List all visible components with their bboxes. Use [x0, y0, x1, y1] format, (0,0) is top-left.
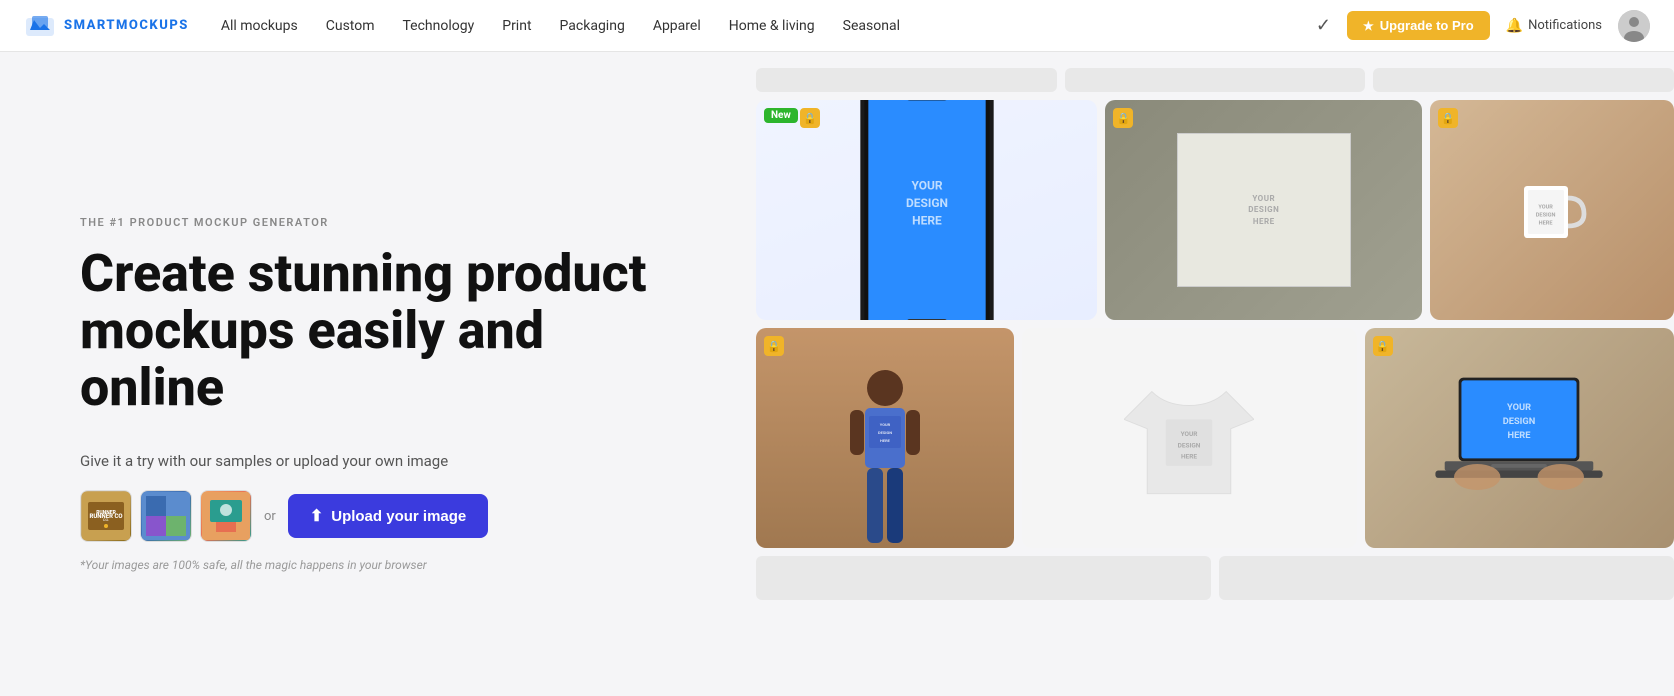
star-icon: ★: [1363, 19, 1374, 33]
logo[interactable]: SMARTMOCKUPS: [24, 10, 189, 42]
person-svg: YOUR DESIGN HERE: [845, 358, 925, 548]
top-card-2: [1065, 68, 1366, 92]
safety-note: *Your images are 100% safe, all the magi…: [80, 558, 680, 572]
upload-icon: ⬆: [310, 506, 323, 526]
svg-text:YOUR: YOUR: [880, 422, 891, 427]
nav-custom[interactable]: Custom: [326, 18, 375, 34]
mockup-tshirt[interactable]: YOUR DESIGN HERE: [1022, 328, 1357, 548]
badge-lock-laptop: 🔒: [1373, 336, 1393, 356]
upgrade-label: Upgrade to Pro: [1380, 18, 1474, 33]
poster-design-placeholder: YOURDESIGNHERE: [1248, 193, 1279, 227]
hero-title: Create stunning product mockups easily a…: [80, 245, 680, 417]
badge-lock-phone: 🔒: [800, 108, 820, 128]
badge-new: New: [764, 108, 798, 123]
nav-print[interactable]: Print: [502, 18, 531, 34]
poster-frame: YOURDESIGNHERE: [1177, 133, 1351, 287]
bell-icon: 🔔: [1506, 18, 1523, 34]
top-card-1: [756, 68, 1057, 92]
badge-lock-person: 🔒: [764, 336, 784, 356]
svg-text:HERE: HERE: [1181, 452, 1197, 460]
upload-button[interactable]: ⬆ Upload your image: [288, 494, 488, 538]
mug-svg: YOUR DESIGN HERE: [1512, 170, 1592, 250]
navbar-right: ✓ ★ Upgrade to Pro 🔔 Notifications: [1316, 10, 1650, 42]
sample-images-row: RUNNER CO.: [80, 490, 680, 542]
navbar: SMARTMOCKUPS All mockups Custom Technolo…: [0, 0, 1674, 52]
main-container: THE #1 PRODUCT MOCKUP GENERATOR Create s…: [0, 52, 1674, 696]
svg-text:DESIGN: DESIGN: [1503, 416, 1536, 427]
avatar-icon: [1618, 10, 1650, 42]
right-panel: New 🔒 YOUR DESIGN HERE: [740, 52, 1674, 696]
user-avatar[interactable]: [1618, 10, 1650, 42]
logo-icon: [24, 10, 56, 42]
nav-packaging[interactable]: Packaging: [560, 18, 625, 34]
row-bottom-partial: [756, 556, 1674, 600]
svg-text:HERE: HERE: [1508, 430, 1532, 441]
mockup-row-2: New 🔒 YOUR DESIGN HERE: [756, 100, 1674, 320]
svg-text:HERE: HERE: [1539, 220, 1554, 226]
left-panel: THE #1 PRODUCT MOCKUP GENERATOR Create s…: [0, 52, 740, 696]
logo-text: SMARTMOCKUPS: [64, 18, 189, 33]
svg-text:RUNNER: RUNNER: [96, 510, 116, 516]
mockup-person[interactable]: 🔒 YOUR DESIGN HERE: [756, 328, 1014, 548]
bottom-card-2: [1219, 556, 1674, 600]
phone-svg: YOUR DESIGN HERE: [847, 100, 1007, 320]
svg-text:HERE: HERE: [880, 438, 891, 443]
badge-lock-mug: 🔒: [1438, 108, 1458, 128]
mockup-laptop[interactable]: 🔒 YOUR DESIGN HERE: [1365, 328, 1674, 548]
notifications-link[interactable]: 🔔 Notifications: [1506, 18, 1602, 34]
hero-subtitle: THE #1 PRODUCT MOCKUP GENERATOR: [80, 216, 680, 229]
or-separator: or: [264, 509, 276, 524]
nav-links: All mockups Custom Technology Print Pack…: [221, 18, 1316, 34]
mockup-row-3: 🔒 YOUR DESIGN HERE: [756, 328, 1674, 548]
sample-thumb-1[interactable]: RUNNER CO.: [80, 490, 132, 542]
person-background: YOUR DESIGN HERE: [756, 328, 1014, 548]
nav-all-mockups[interactable]: All mockups: [221, 18, 298, 34]
badge-lock-poster: 🔒: [1113, 108, 1133, 128]
sample-thumb-2[interactable]: [140, 490, 192, 542]
svg-text:YOUR: YOUR: [1507, 402, 1531, 413]
cta-description: Give it a try with our samples or upload…: [80, 452, 680, 470]
mockup-phone[interactable]: New 🔒 YOUR DESIGN HERE: [756, 100, 1097, 320]
svg-text:YOUR: YOUR: [1538, 204, 1553, 210]
row-top-partial: [756, 68, 1674, 92]
tshirt-background: YOUR DESIGN HERE: [1022, 328, 1357, 548]
svg-text:DESIGN: DESIGN: [878, 430, 892, 435]
nav-home-living[interactable]: Home & living: [729, 18, 815, 34]
laptop-svg: YOUR DESIGN HERE: [1434, 373, 1604, 503]
svg-text:YOUR: YOUR: [1181, 430, 1199, 438]
upgrade-button[interactable]: ★ Upgrade to Pro: [1347, 11, 1490, 40]
mockup-poster[interactable]: 🔒 YOURDESIGNHERE: [1105, 100, 1422, 320]
nav-technology[interactable]: Technology: [403, 18, 475, 34]
phone-background: YOUR DESIGN HERE: [756, 100, 1097, 320]
sample-3-img: [202, 492, 250, 540]
poster-background: YOURDESIGNHERE: [1105, 100, 1422, 320]
sample-2-img: [142, 492, 190, 540]
svg-text:HERE: HERE: [912, 214, 942, 228]
mug-background: YOUR DESIGN HERE: [1430, 100, 1674, 320]
cursor-icon: ✓: [1316, 15, 1331, 36]
top-card-3: [1373, 68, 1674, 92]
notifications-label: Notifications: [1528, 18, 1602, 33]
svg-text:YOUR: YOUR: [911, 179, 942, 193]
svg-text:DESIGN: DESIGN: [1178, 441, 1201, 449]
svg-text:CO.: CO.: [103, 517, 109, 522]
mockup-mug[interactable]: 🔒 YOUR DESIGN HERE: [1430, 100, 1674, 320]
laptop-background: YOUR DESIGN HERE: [1365, 328, 1674, 548]
nav-apparel[interactable]: Apparel: [653, 18, 701, 34]
svg-text:DESIGN: DESIGN: [906, 196, 948, 210]
tshirt-svg: YOUR DESIGN HERE: [1124, 373, 1254, 503]
sample-thumb-3[interactable]: [200, 490, 252, 542]
nav-seasonal[interactable]: Seasonal: [843, 18, 900, 34]
upload-label: Upload your image: [331, 508, 466, 525]
sample-1-img: RUNNER CO.: [82, 492, 130, 540]
bottom-card-1: [756, 556, 1211, 600]
svg-text:DESIGN: DESIGN: [1536, 212, 1556, 218]
